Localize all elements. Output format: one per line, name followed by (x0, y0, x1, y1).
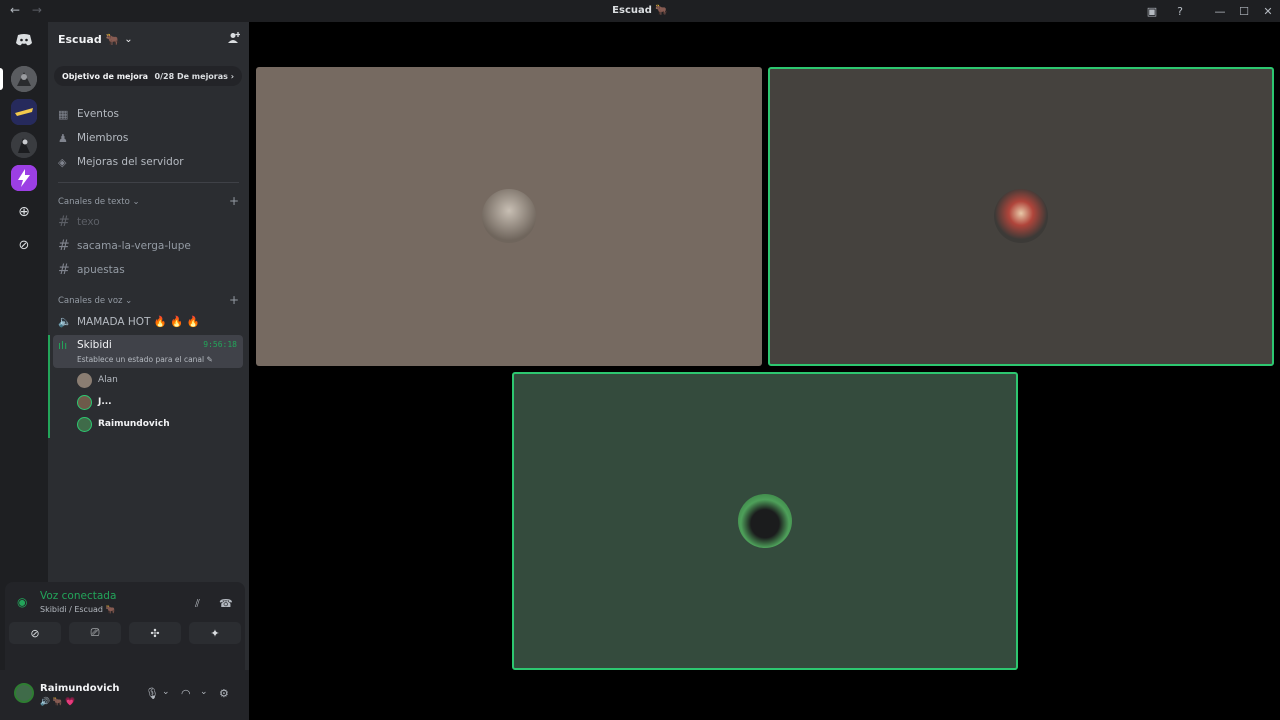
voice-member[interactable]: Raimundovich (77, 415, 170, 433)
chevron-down-icon[interactable]: ⌄ (200, 687, 208, 697)
chevron-down-icon[interactable]: ⌄ (162, 687, 170, 697)
call-timer: 9:56:18 (203, 340, 237, 349)
noise-suppression-icon[interactable]: ⫽ (195, 597, 200, 611)
voice-connected-label[interactable]: Voz conectada (40, 590, 116, 602)
server-dark-icon[interactable] (11, 132, 37, 158)
user-avatar[interactable] (14, 683, 34, 703)
hash-icon: # (58, 262, 70, 278)
members-icon: ♟ (58, 131, 68, 145)
voice-location: Skibidi / Escuad 🐂 (40, 605, 116, 614)
category-voice-label: Canales de voz ⌄ (58, 296, 133, 306)
help-icon[interactable]: ? (1166, 0, 1194, 22)
voice-connection-panel: ◉ Voz conectada Skibidi / Escuad 🐂 ⫽ ☎ ⊘… (5, 582, 245, 670)
menu-events[interactable]: ▦ Eventos (58, 105, 119, 123)
disconnect-icon[interactable]: ☎ (219, 597, 233, 610)
server-escuad-icon[interactable] (11, 66, 37, 92)
divider (58, 182, 239, 183)
calendar-icon: ▦ (58, 107, 69, 121)
add-channel-icon[interactable]: + (229, 293, 239, 307)
voice-channel-mamada[interactable]: 🔈 MAMADA HOT 🔥 🔥 🔥 (58, 312, 200, 330)
menu-members-label: Miembros (77, 132, 129, 144)
participant-avatar (482, 189, 536, 243)
voice-member[interactable]: Alan (77, 371, 118, 389)
user-panel: Raimundovich 🔊 🐂 💗 🎙 ⌄ ◠ ⌄ ⚙ (0, 670, 249, 720)
inbox-icon[interactable]: ▣ (1138, 0, 1166, 22)
category-text-label: Canales de texto ⌄ (58, 197, 140, 207)
channel-name: texo (77, 216, 100, 228)
member-name: J... (98, 397, 112, 407)
selected-server-pill (0, 68, 3, 90)
voice-stage (249, 22, 1280, 720)
participant-tile-alan[interactable] (256, 67, 762, 366)
hash-icon: # (58, 214, 70, 230)
screen-share-button[interactable]: ⎚ (69, 622, 121, 644)
signal-icon[interactable]: ◉ (17, 595, 27, 609)
menu-boosts[interactable]: ◈ Mejoras del servidor (58, 153, 184, 171)
channel-texo[interactable]: # texo (58, 213, 100, 231)
user-status: 🔊 🐂 💗 (40, 697, 75, 706)
avatar (77, 416, 92, 432)
participant-avatar (994, 189, 1048, 243)
discord-home-icon[interactable] (11, 27, 37, 53)
menu-events-label: Eventos (77, 108, 119, 120)
boost-goal-bar[interactable]: Objetivo de mejora 0/28 De mejoras › (54, 66, 242, 86)
boost-gem-icon: ◈ (58, 155, 67, 169)
category-voice[interactable]: Canales de voz ⌄ + (58, 293, 239, 307)
speaker-icon: 🔈 (58, 314, 72, 328)
set-channel-status[interactable]: Establece un estado para el canal ✎ (77, 355, 213, 364)
microphone-icon[interactable]: 🎙 (145, 687, 159, 700)
category-text[interactable]: Canales de texto ⌄ + (58, 194, 239, 208)
channel-name: apuestas (77, 264, 125, 276)
participant-avatar (738, 494, 792, 548)
voice-wave-icon: ılı (58, 339, 68, 352)
user-name[interactable]: Raimundovich (40, 683, 120, 694)
minimize-button[interactable]: — (1208, 0, 1232, 22)
voice-member[interactable]: J... (77, 393, 112, 411)
hash-icon: # (58, 238, 70, 254)
channel-name: MAMADA HOT 🔥 🔥 🔥 (77, 315, 200, 328)
channel-sacama[interactable]: # sacama-la-verga-lupe (58, 237, 191, 255)
member-name: Raimundovich (98, 419, 170, 429)
soundboard-button[interactable]: ✦ (189, 622, 241, 644)
server-header[interactable]: Escuad 🐂 ⌄ (48, 22, 249, 56)
server-rl-icon[interactable] (11, 99, 37, 125)
boost-progress: 0/28 De mejoras › (154, 71, 234, 81)
chevron-down-icon: ⌄ (124, 33, 133, 45)
close-button[interactable]: ✕ (1256, 0, 1280, 22)
menu-members[interactable]: ♟ Miembros (58, 129, 128, 147)
settings-gear-icon[interactable]: ⚙ (219, 687, 229, 700)
server-name: Escuad 🐂 (58, 32, 120, 46)
avatar (77, 372, 92, 388)
member-name: Alan (98, 375, 118, 385)
channel-name: Skibidi (77, 339, 112, 351)
avatar (77, 394, 92, 410)
add-channel-icon[interactable]: + (229, 194, 239, 208)
headphones-icon[interactable]: ◠ (181, 687, 191, 700)
title-bar: ← → Escuad 🐂 ▣ ? — ☐ ✕ (0, 0, 1280, 22)
server-bolt-icon[interactable] (11, 165, 37, 191)
participant-tile-j[interactable] (768, 67, 1274, 366)
menu-boosts-label: Mejoras del servidor (77, 156, 184, 168)
voice-channel-skibidi[interactable]: ılı Skibidi 9:56:18 Establece un estado … (53, 335, 243, 368)
maximize-button[interactable]: ☐ (1232, 0, 1256, 22)
activities-button[interactable]: ✣ (129, 622, 181, 644)
participant-tile-raimundovich[interactable] (512, 372, 1018, 670)
window-title: Escuad 🐂 (612, 5, 668, 16)
boost-goal-label: Objetivo de mejora (62, 71, 149, 81)
voice-connected-line (48, 335, 50, 438)
channel-name: sacama-la-verga-lupe (77, 240, 191, 252)
channel-apuestas[interactable]: # apuestas (58, 261, 125, 279)
explore-icon[interactable]: ⊘ (11, 232, 37, 258)
add-server-icon[interactable]: ⊕ (11, 199, 37, 225)
camera-off-button[interactable]: ⊘ (9, 622, 61, 644)
invite-people-icon[interactable] (228, 32, 241, 47)
